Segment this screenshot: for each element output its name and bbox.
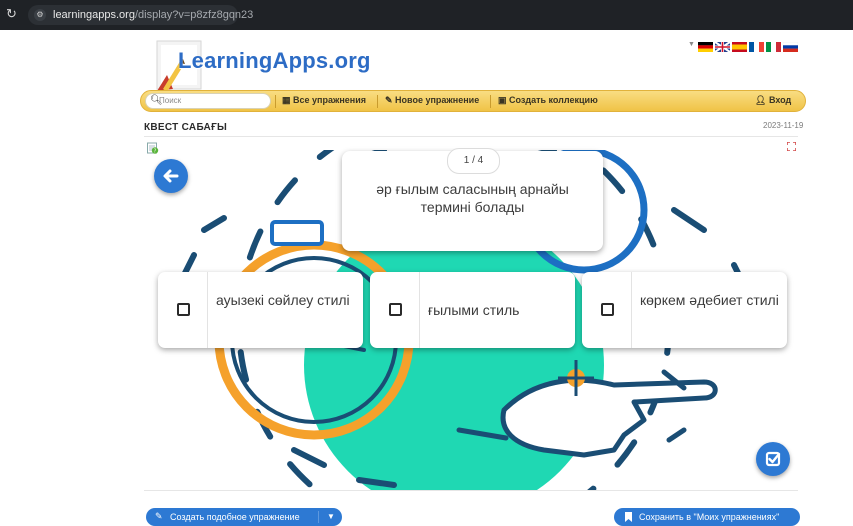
collection-icon: ▣ — [498, 95, 510, 105]
divider — [144, 490, 798, 491]
nav-divider — [490, 95, 491, 108]
save-label: Сохранить в "Моих упражнениях" — [639, 512, 780, 522]
question-text: әр ғылым саласының арнайы термині болады — [376, 181, 569, 215]
url-text[interactable]: learningapps.org/display?v=p8zfz8gqn23 — [53, 9, 253, 21]
check-answers-button[interactable] — [756, 442, 790, 476]
edit-icon: ✎ — [155, 511, 163, 521]
main-navbar: 🔍︎ Поиск ▦ Все упражнения ✎ Новое упражн… — [140, 90, 806, 112]
grid-icon: ▦ — [282, 95, 294, 105]
answer-option-3[interactable]: көркем әдебиет стилі — [582, 272, 787, 348]
answer-option-1[interactable]: ауызекі сөйлеу стилі — [158, 272, 363, 348]
user-icon: 👤︎ — [755, 95, 769, 105]
save-to-my-exercises-button[interactable]: Сохранить в "Моих упражнениях" — [614, 508, 800, 526]
chevron-down-icon[interactable]: ▼ — [688, 41, 695, 48]
answer-option-label: көркем әдебиет стилі — [640, 292, 779, 308]
nav-divider — [377, 95, 378, 108]
url-path: /display?v=p8zfz8gqn23 — [134, 9, 254, 21]
pencil-icon: ✎ — [385, 95, 396, 105]
bookmark-icon — [625, 512, 632, 522]
checkbox-column — [582, 272, 632, 348]
nav-create-collection[interactable]: ▣ Создать коллекцию — [498, 95, 598, 106]
flag-de-icon[interactable] — [698, 42, 713, 52]
exercise-date: 2023-11-19 — [763, 121, 804, 130]
page: LearningApps.org ▼ 🔍︎ Поиск ▦ Все упражн… — [0, 30, 853, 526]
browser-url-bar: ↻ ⚙ learningapps.org/display?v=p8zfz8gqn… — [0, 0, 853, 30]
search-input[interactable]: 🔍︎ Поиск — [145, 93, 271, 109]
nav-login[interactable]: 👤︎ Вход — [755, 95, 791, 106]
flag-it-icon[interactable] — [766, 42, 781, 52]
nav-create-collection-label: Создать коллекцию — [509, 95, 598, 105]
nav-divider — [275, 95, 276, 108]
divider — [144, 136, 798, 137]
url-host: learningapps.org — [53, 9, 135, 21]
flag-es-icon[interactable] — [732, 42, 747, 52]
checkbox[interactable] — [601, 303, 614, 316]
checkbox[interactable] — [177, 303, 190, 316]
nav-all-exercises[interactable]: ▦ Все упражнения — [282, 95, 366, 106]
nav-new-exercise[interactable]: ✎ Новое упражнение — [385, 95, 479, 106]
site-info-icon[interactable]: ⚙ — [34, 9, 46, 21]
checkbox-column — [158, 272, 208, 348]
caret-down-icon[interactable]: ▼ — [327, 512, 335, 521]
flag-ru-icon[interactable] — [783, 42, 798, 52]
nav-new-exercise-label: Новое упражнение — [395, 95, 480, 105]
back-button[interactable] — [154, 159, 188, 193]
checkbox[interactable] — [389, 303, 402, 316]
nav-login-label: Вход — [768, 95, 792, 105]
nav-all-exercises-label: Все упражнения — [293, 95, 367, 105]
answer-option-2[interactable]: ғылыми стиль — [370, 272, 575, 348]
logo-text[interactable]: LearningApps.org — [178, 48, 371, 74]
check-square-icon — [765, 451, 781, 467]
checkbox-column — [370, 272, 420, 348]
create-similar-label: Создать подобное упражнение — [170, 512, 300, 522]
exercise-title: КВЕСТ САБАҒЫ — [144, 122, 228, 133]
flag-en-icon[interactable] — [715, 42, 730, 52]
search-placeholder: Поиск — [159, 96, 182, 105]
reload-icon[interactable]: ↻ — [6, 6, 17, 22]
flag-fr-icon[interactable] — [749, 42, 764, 52]
create-similar-button[interactable]: ✎ Создать подобное упражнение ▼ — [146, 508, 342, 526]
answer-option-label: ғылыми стиль — [428, 302, 520, 318]
button-divider — [318, 511, 319, 523]
arrow-left-icon — [163, 169, 179, 183]
answer-option-label: ауызекі сөйлеу стилі — [216, 292, 350, 308]
question-counter: 1 / 4 — [447, 148, 500, 174]
